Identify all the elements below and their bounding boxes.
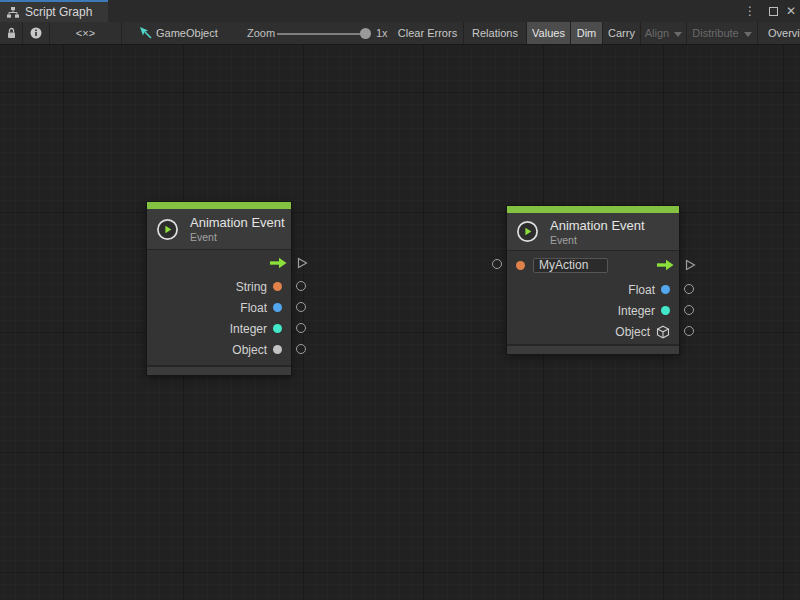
gameobject-icon <box>139 26 153 40</box>
output-port-float[interactable] <box>296 302 306 312</box>
values-button[interactable]: Values <box>527 22 571 44</box>
zoom-slider-knob[interactable] <box>360 28 371 39</box>
output-port-object[interactable] <box>296 344 306 354</box>
unity-script-graph-window: Script Graph ⋮ ✕ <×> GameObject <box>0 0 800 600</box>
node-body: String Float Integer Object <box>147 249 291 367</box>
output-row-float: Float <box>147 297 291 318</box>
window-menu-icon[interactable]: ⋮ <box>744 0 756 22</box>
control-output-port[interactable] <box>684 259 696 271</box>
event-name-input[interactable]: MyAction <box>533 258 608 273</box>
graph-toolbar: <×> GameObject Zoom 1x Clear Errors Rela… <box>0 22 800 45</box>
event-play-icon <box>156 218 179 241</box>
info-button[interactable] <box>23 22 50 44</box>
output-label: Object <box>615 325 650 339</box>
type-dot-float <box>273 303 282 312</box>
lock-button[interactable] <box>0 22 23 44</box>
node-title: Animation Event <box>550 218 645 233</box>
node-footer <box>507 346 679 354</box>
output-row-object: Object <box>507 321 679 342</box>
output-label: Object <box>232 343 267 357</box>
lock-icon <box>6 27 17 39</box>
info-icon <box>30 27 42 39</box>
output-row-integer: Integer <box>507 300 679 321</box>
name-input-port[interactable] <box>492 259 502 269</box>
node-title: Animation Event <box>190 215 285 230</box>
type-dot-object <box>273 345 282 354</box>
tab-script-graph[interactable]: Script Graph <box>0 0 108 22</box>
node-body: MyAction Float Integer <box>507 250 679 346</box>
carry-button[interactable]: Carry <box>603 22 641 44</box>
node-animation-event-1[interactable]: Animation Event Event String <box>146 201 292 376</box>
name-input-row: MyAction <box>507 251 679 279</box>
cube-icon <box>656 325 670 339</box>
control-output-row <box>147 250 291 276</box>
code-view-button[interactable]: <×> <box>50 22 122 44</box>
output-port-float[interactable] <box>684 284 694 294</box>
event-play-icon <box>516 220 539 243</box>
zoom-value: 1x <box>376 22 388 44</box>
overview-button[interactable]: Overview <box>758 22 800 44</box>
zoom-label: Zoom <box>247 22 275 44</box>
tab-bar: Script Graph ⋮ ✕ <box>0 0 800 22</box>
tab-title: Script Graph <box>25 5 92 19</box>
relations-button[interactable]: Relations <box>464 22 527 44</box>
type-dot-integer <box>661 306 670 315</box>
window-close-icon[interactable]: ✕ <box>786 0 796 22</box>
type-dot-integer <box>273 324 282 333</box>
output-port-integer[interactable] <box>296 323 306 333</box>
chevron-down-icon <box>674 32 682 37</box>
window-maximize-icon[interactable] <box>769 0 778 22</box>
output-port-integer[interactable] <box>684 305 694 315</box>
output-port-string[interactable] <box>296 281 306 291</box>
control-output-port[interactable] <box>296 257 308 269</box>
code-icon: <×> <box>76 27 95 39</box>
output-label: Integer <box>230 322 267 336</box>
node-subtitle: Event <box>550 234 645 246</box>
script-graph-icon <box>6 6 20 19</box>
node-accent-bar <box>147 202 291 209</box>
clear-errors-button[interactable]: Clear Errors <box>392 22 464 44</box>
output-port-object[interactable] <box>684 326 694 336</box>
type-dot-string <box>516 261 525 270</box>
output-row-object: Object <box>147 339 291 360</box>
type-dot-float <box>661 285 670 294</box>
node-footer <box>147 367 291 375</box>
distribute-button[interactable]: Distribute <box>687 22 758 44</box>
graph-canvas[interactable]: Animation Event Event String <box>0 45 800 600</box>
zoom-slider-track[interactable] <box>277 33 367 35</box>
output-label: Float <box>240 301 267 315</box>
chevron-down-icon <box>744 32 752 37</box>
distribute-label: Distribute <box>692 27 738 39</box>
node-header[interactable]: Animation Event Event <box>147 209 291 249</box>
node-subtitle: Event <box>190 231 285 243</box>
type-dot-string <box>273 282 282 291</box>
dim-button[interactable]: Dim <box>571 22 603 44</box>
node-animation-event-2[interactable]: Animation Event Event MyAction <box>506 205 680 355</box>
output-label: String <box>236 280 267 294</box>
output-row-float: Float <box>507 279 679 300</box>
graph-owner-label[interactable]: GameObject <box>156 22 218 44</box>
output-row-integer: Integer <box>147 318 291 339</box>
output-label: Integer <box>618 304 655 318</box>
node-accent-bar <box>507 206 679 213</box>
output-label: Float <box>628 283 655 297</box>
control-flow-arrow-icon <box>656 259 674 271</box>
output-row-string: String <box>147 276 291 297</box>
node-header[interactable]: Animation Event Event <box>507 213 679 250</box>
align-label: Align <box>645 27 669 39</box>
align-button[interactable]: Align <box>641 22 687 44</box>
control-flow-arrow-icon <box>269 257 287 269</box>
